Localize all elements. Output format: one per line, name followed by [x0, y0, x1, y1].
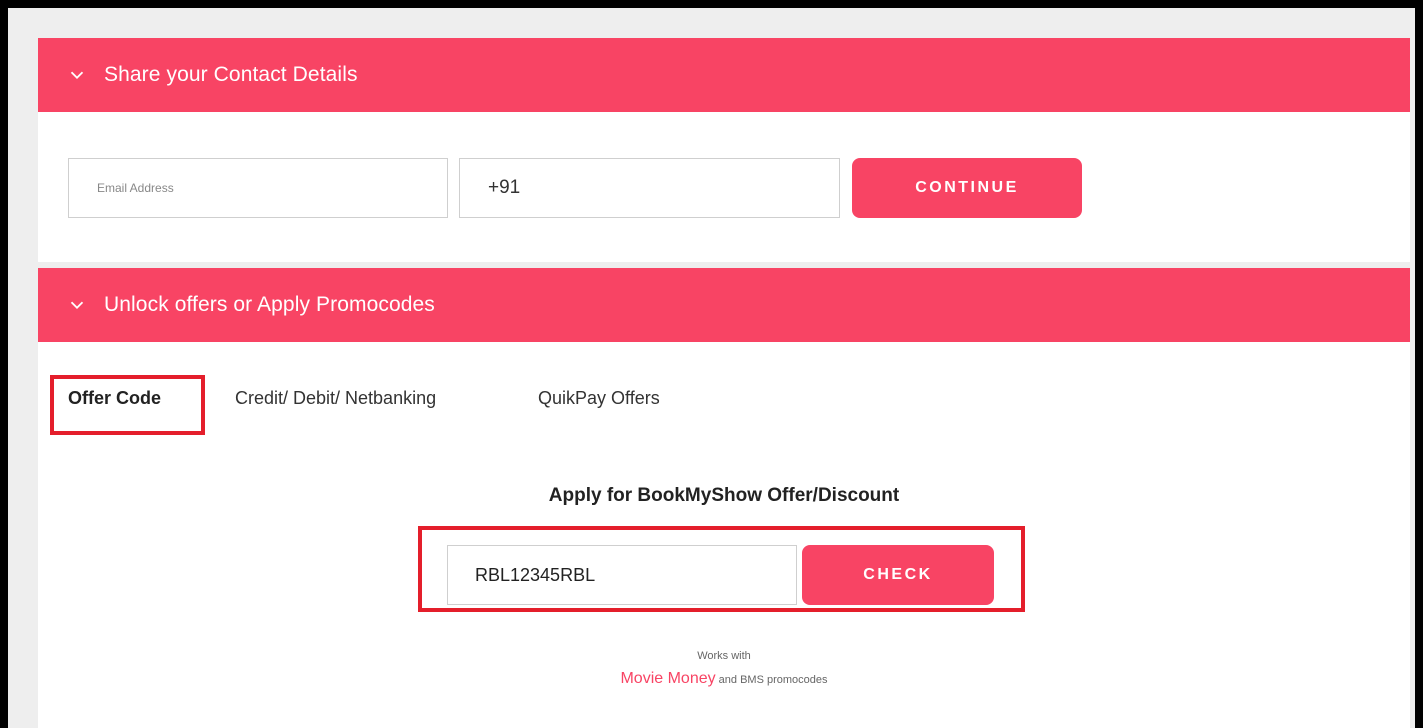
apply-offer-heading: Apply for BookMyShow Offer/Discount: [548, 485, 900, 506]
email-input[interactable]: [68, 158, 448, 218]
contact-section-header[interactable]: Share your Contact Details: [38, 38, 1410, 112]
offers-section-title: Unlock offers or Apply Promocodes: [104, 293, 435, 316]
chevron-down-icon: [70, 301, 84, 310]
tab-quikpay-offers[interactable]: QuikPay Offers: [538, 388, 660, 409]
checkout-panel: Share your Contact Details CONTINUE Unlo…: [38, 38, 1410, 728]
contact-section-title: Share your Contact Details: [104, 63, 358, 86]
works-with-label: Works with: [697, 650, 751, 662]
continue-button[interactable]: CONTINUE: [852, 158, 1082, 218]
chevron-down-icon: [70, 71, 84, 80]
works-with-line: Movie Money and BMS promocodes: [38, 670, 1410, 688]
offers-section-header[interactable]: Unlock offers or Apply Promocodes: [38, 268, 1410, 342]
offer-code-input[interactable]: [447, 545, 797, 605]
tab-credit-debit-netbanking[interactable]: Credit/ Debit/ Netbanking: [235, 388, 436, 409]
movie-money-link[interactable]: Movie Money: [620, 670, 715, 687]
phone-input[interactable]: [459, 158, 840, 218]
page-frame: Share your Contact Details CONTINUE Unlo…: [8, 8, 1415, 728]
bms-promocodes-text: and BMS promocodes: [715, 674, 828, 686]
tab-highlight-box: [50, 375, 205, 435]
check-button[interactable]: CHECK: [802, 545, 994, 605]
